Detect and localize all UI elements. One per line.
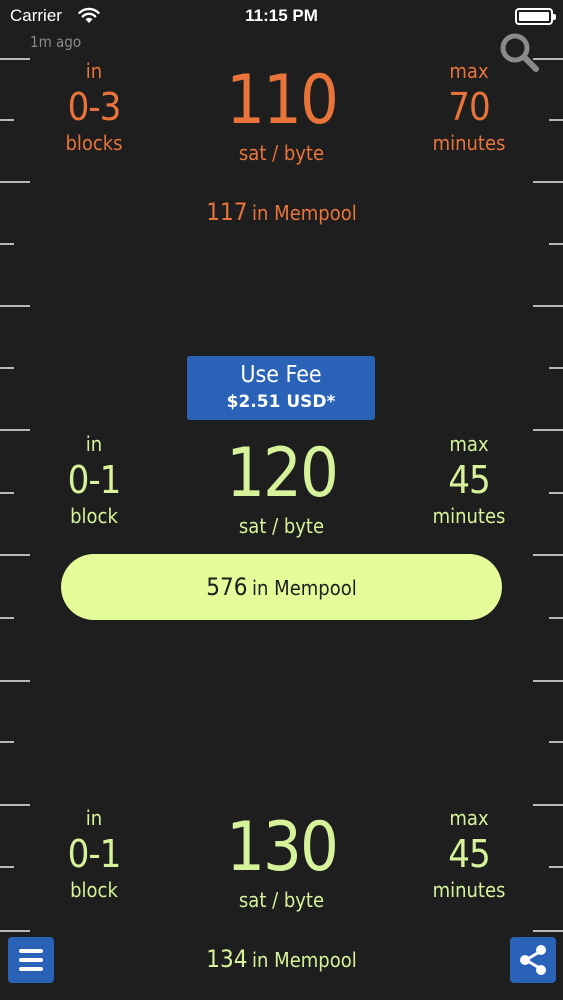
- use-fee-amount: $2.51 USD*: [226, 392, 336, 412]
- tier-blocks-value: 0-1: [67, 458, 122, 502]
- scale-tick: [0, 930, 30, 932]
- tier-in-label: in: [85, 806, 103, 830]
- scale-tick: [549, 617, 563, 619]
- fee-tier-economy[interactable]: in 0-1 block 130 sat / byte max 45 minut…: [0, 805, 563, 925]
- tier-fee-value: 110: [226, 61, 339, 140]
- scale-tick: [0, 554, 30, 556]
- tier-fee-unit: sat / byte: [238, 888, 325, 912]
- scale-tick: [0, 305, 30, 307]
- tier-max-label: max: [449, 59, 489, 83]
- tier-minutes-unit: minutes: [432, 878, 506, 902]
- scale-tick: [0, 680, 30, 682]
- tier-fee-unit: sat / byte: [238, 141, 325, 165]
- tier-blocks-unit: block: [70, 878, 118, 902]
- mempool-pill: 576 in Mempool: [61, 554, 502, 620]
- scale-tick: [533, 554, 563, 556]
- tier-minutes-value: 70: [448, 85, 491, 129]
- fee-tier-fast[interactable]: in 0-3 blocks 110 sat / byte max 70 minu…: [0, 58, 563, 178]
- scale-tick: [533, 305, 563, 307]
- share-icon: [520, 945, 546, 975]
- tier-mempool-count: 134 in Mempool: [206, 945, 357, 973]
- tier-max-label: max: [449, 432, 489, 456]
- last-updated-label: 1m ago: [30, 33, 82, 51]
- tier-fee-value: 120: [226, 434, 339, 513]
- clock: 11:15 PM: [245, 6, 318, 25]
- tier-minutes-value: 45: [448, 458, 491, 502]
- scale-tick: [533, 930, 563, 932]
- scale-tick: [533, 680, 563, 682]
- tier-fee-value: 130: [226, 808, 339, 887]
- use-fee-button[interactable]: Use Fee $2.51 USD*: [187, 356, 375, 420]
- fee-tier-selected[interactable]: in 0-1 block 120 sat / byte max 45 minut…: [0, 431, 563, 551]
- scale-tick: [0, 181, 30, 183]
- scale-tick: [549, 367, 563, 369]
- tier-in-label: in: [85, 432, 103, 456]
- scale-tick: [0, 243, 14, 245]
- tier-minutes-unit: minutes: [432, 504, 506, 528]
- tier-blocks-value: 0-1: [67, 832, 122, 876]
- scale-tick: [0, 367, 14, 369]
- tier-in-label: in: [85, 59, 103, 83]
- scale-tick: [0, 617, 14, 619]
- tier-mempool-count: 117 in Mempool: [206, 198, 357, 226]
- scale-tick: [533, 181, 563, 183]
- menu-icon: [19, 949, 43, 953]
- tier-minutes-unit: minutes: [432, 131, 506, 155]
- tier-blocks-unit: block: [70, 504, 118, 528]
- share-button[interactable]: [510, 937, 556, 983]
- scale-tick: [549, 243, 563, 245]
- scale-tick: [549, 741, 563, 743]
- tier-blocks-value: 0-3: [67, 85, 122, 129]
- tier-minutes-value: 45: [448, 832, 491, 876]
- tier-max-label: max: [449, 806, 489, 830]
- status-bar: Carrier 11:15 PM: [0, 0, 563, 32]
- use-fee-label: Use Fee: [240, 362, 322, 388]
- scale-tick: [0, 741, 14, 743]
- tier-blocks-unit: blocks: [65, 131, 123, 155]
- tier-fee-unit: sat / byte: [238, 514, 325, 538]
- menu-button[interactable]: [8, 937, 54, 983]
